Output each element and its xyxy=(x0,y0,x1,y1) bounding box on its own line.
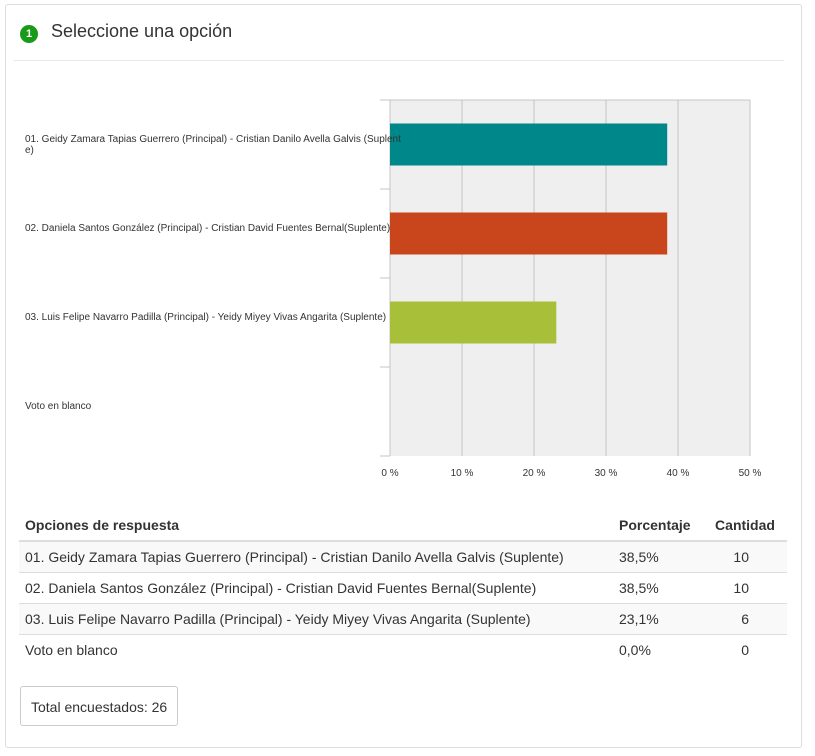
category-label: 01. Geidy Zamara Tapias Guerrero (Princi… xyxy=(25,133,401,156)
percentage-cell: 0,0% xyxy=(613,634,703,665)
table-row: 02. Daniela Santos González (Principal) … xyxy=(19,572,787,604)
table-row: 01. Geidy Zamara Tapias Guerrero (Princi… xyxy=(19,540,787,573)
quantity-cell: 0 xyxy=(703,634,787,665)
table-header-row: Opciones de respuesta Porcentaje Cantida… xyxy=(19,510,787,542)
category-label: Voto en blanco xyxy=(25,400,92,412)
option-cell: 03. Luis Felipe Navarro Padilla (Princip… xyxy=(19,603,613,635)
bar xyxy=(390,301,557,344)
percentage-cell: 38,5% xyxy=(613,540,703,573)
header-options: Opciones de respuesta xyxy=(19,510,613,542)
header-quantity: Cantidad xyxy=(703,510,787,542)
x-tick-label: 10 % xyxy=(451,468,474,479)
results-table: Opciones de respuesta Porcentaje Cantida… xyxy=(19,510,787,665)
x-tick-label: 30 % xyxy=(595,468,618,479)
total-respondents: Total encuestados: 26 xyxy=(20,686,179,726)
x-tick-label: 20 % xyxy=(523,468,546,479)
x-tick-label: 0 % xyxy=(381,468,398,479)
option-cell: Voto en blanco xyxy=(19,634,613,665)
option-cell: 01. Geidy Zamara Tapias Guerrero (Princi… xyxy=(19,540,613,573)
bar xyxy=(390,212,668,255)
bar-chart: 0 % 10 % 20 % 30 % 40 % 50 % 01. Geidy Zamara… xyxy=(0,0,815,500)
option-cell: 02. Daniela Santos González (Principal) … xyxy=(19,572,613,604)
header-percentage: Porcentaje xyxy=(613,510,703,542)
quantity-cell: 10 xyxy=(703,540,787,573)
category-label: 03. Luis Felipe Navarro Padilla (Princip… xyxy=(25,311,387,323)
percentage-cell: 38,5% xyxy=(613,572,703,604)
chart-canvas: 0 % 10 % 20 % 30 % 40 % 50 % xyxy=(380,99,762,479)
x-tick-label: 50 % xyxy=(739,468,762,479)
percentage-cell: 23,1% xyxy=(613,603,703,635)
category-label: 02. Daniela Santos González (Principal) … xyxy=(25,222,391,234)
table-row: 03. Luis Felipe Navarro Padilla (Princip… xyxy=(19,603,787,635)
quantity-cell: 10 xyxy=(703,572,787,604)
bar xyxy=(390,123,668,166)
quantity-cell: 6 xyxy=(703,603,787,635)
x-tick-label: 40 % xyxy=(667,468,690,479)
table-row: Voto en blanco 0,0% 0 xyxy=(19,634,787,665)
